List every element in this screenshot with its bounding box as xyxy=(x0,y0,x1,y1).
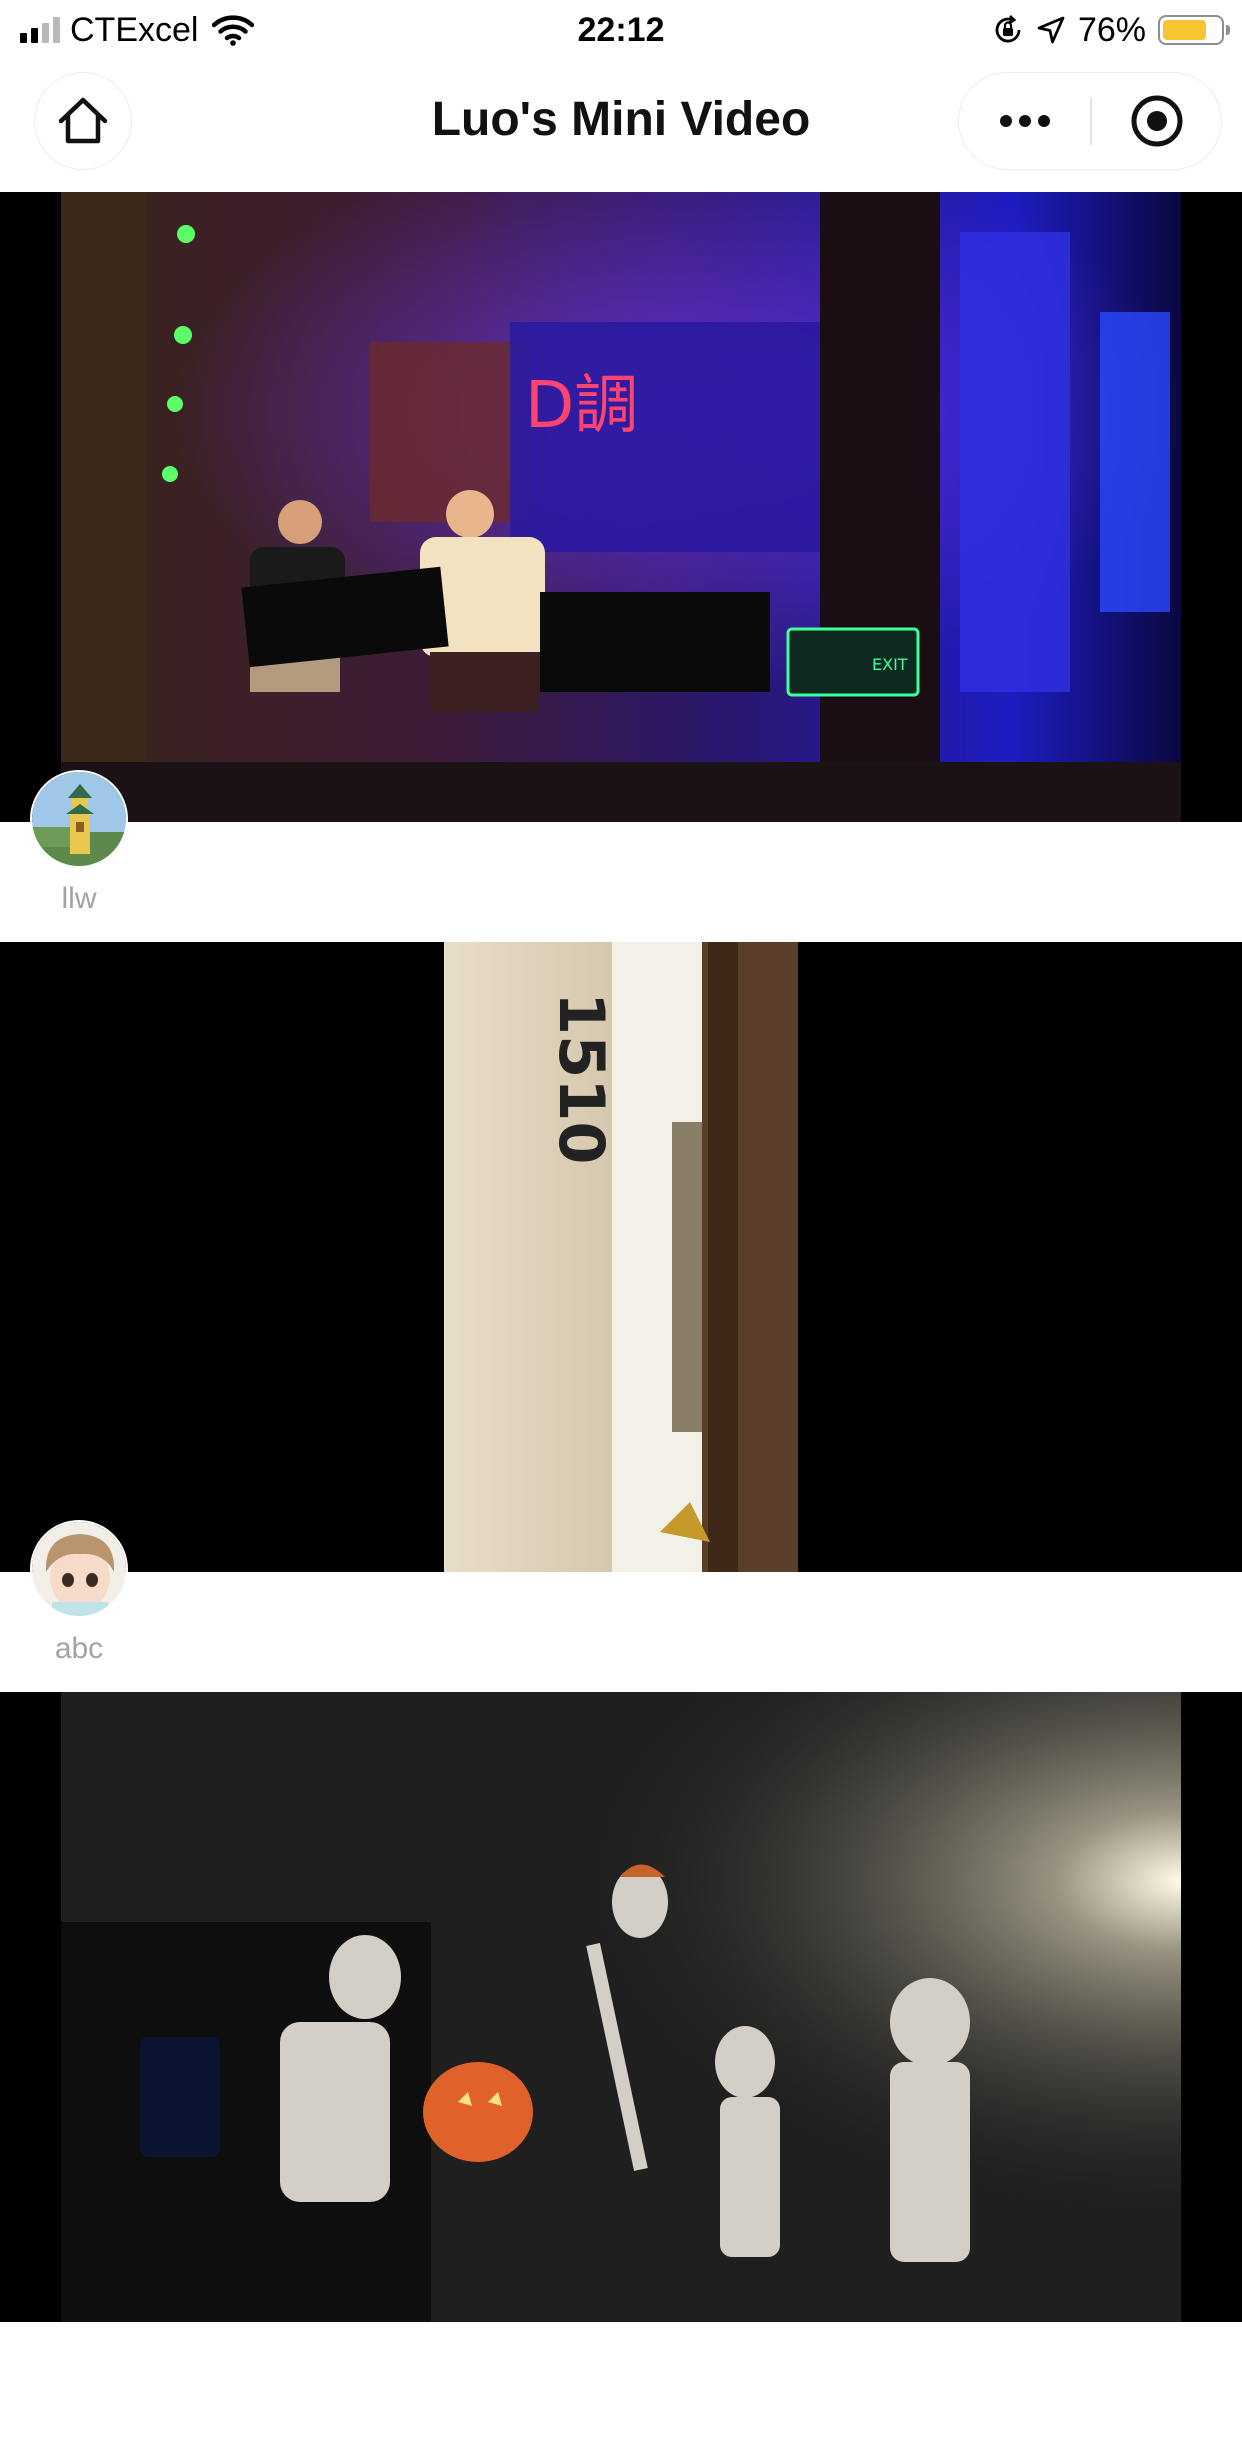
status-bar: CTExcel 22:12 76% xyxy=(0,0,1242,62)
exit-sign-text: EXIT xyxy=(872,655,908,674)
author-bar: abc xyxy=(0,1520,1242,1692)
more-dots-icon xyxy=(999,114,1012,127)
feed-item: D調 EXIT llw xyxy=(0,192,1242,942)
door-number-text: 1510 xyxy=(545,992,618,1165)
feed-item: 1510 abc xyxy=(0,942,1242,1692)
video-player[interactable] xyxy=(0,1692,1242,2322)
video-feed: D調 EXIT llw 1510 abc xyxy=(0,192,1242,2442)
author-bar: llw xyxy=(0,770,1242,942)
video-thumbnail-halloween xyxy=(0,1692,1242,2322)
navigation-bar: Luo's Mini Video xyxy=(0,62,1242,192)
anime-boy-avatar-icon xyxy=(32,1522,126,1616)
avatar[interactable] xyxy=(30,1520,128,1618)
battery-icon xyxy=(1158,15,1230,45)
battery-fill xyxy=(1163,20,1206,40)
location-icon xyxy=(1037,16,1065,44)
video-player[interactable]: 1510 xyxy=(0,942,1242,1572)
video-thumbnail-bar-stage: D調 EXIT xyxy=(0,192,1242,822)
feed-item xyxy=(0,1692,1242,2442)
stage-sign-text: D調 xyxy=(525,369,638,443)
close-miniprogram-button[interactable] xyxy=(1092,73,1221,168)
author-name[interactable]: abc xyxy=(30,1632,128,1666)
video-thumbnail-door: 1510 xyxy=(0,942,1242,1572)
video-player[interactable]: D調 EXIT xyxy=(0,192,1242,822)
target-icon xyxy=(1131,95,1182,146)
pagoda-avatar-icon xyxy=(32,772,126,866)
menu-capsule xyxy=(958,72,1222,170)
battery-percentage: 76% xyxy=(1077,10,1146,49)
status-right: 76% xyxy=(992,8,1230,52)
more-button[interactable] xyxy=(959,73,1090,168)
orientation-lock-icon xyxy=(995,15,1021,43)
author-name[interactable]: llw xyxy=(30,882,128,916)
avatar[interactable] xyxy=(30,770,128,868)
